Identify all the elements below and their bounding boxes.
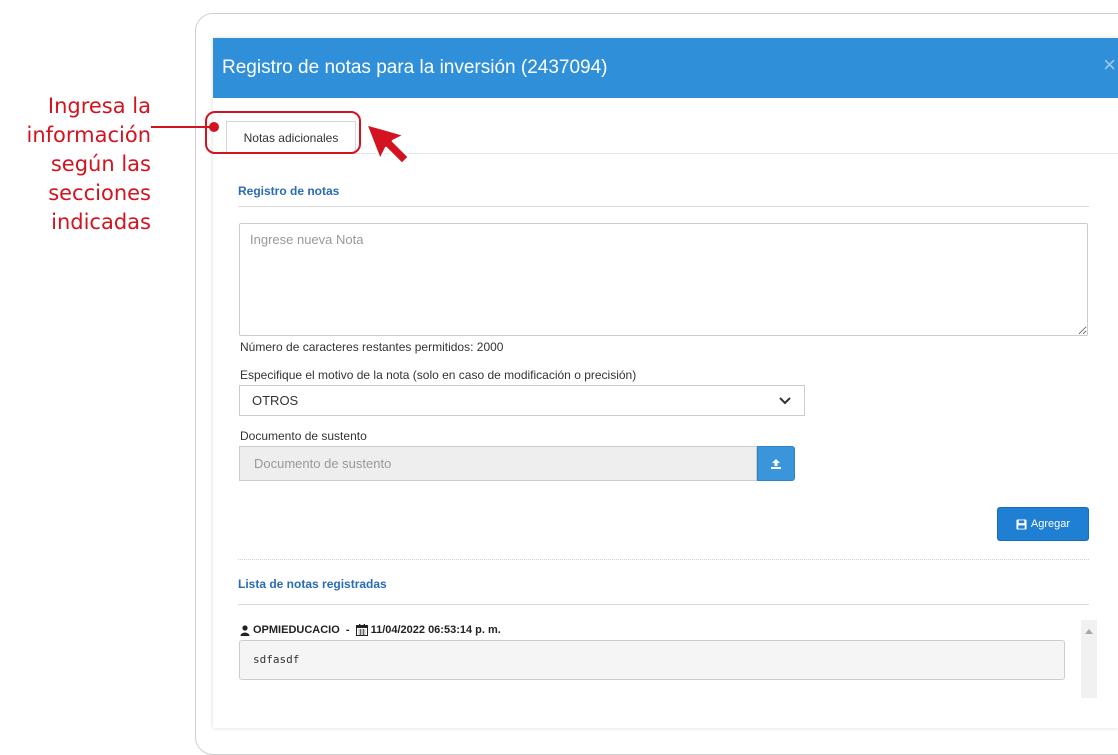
pointer-arrow-icon (364, 122, 411, 166)
section-title-lista: Lista de notas registradas (238, 577, 387, 591)
chevron-down-icon (779, 397, 791, 405)
note-text: sdfasdf (239, 640, 1065, 680)
annotation-line-5: indicadas (51, 210, 151, 234)
annotation-line-4: secciones (48, 181, 151, 205)
annotation-callout: Ingresa la información según las seccion… (0, 92, 151, 237)
user-icon (240, 624, 250, 636)
note-meta: OPMIEDUCACIO - 11/04/2022 06:53:14 p. m. (240, 624, 501, 636)
annotation-line-2: información (26, 123, 151, 147)
document-label: Documento de sustento (240, 429, 367, 443)
reason-selected-value: OTROS (252, 393, 299, 408)
notes-scrollbar[interactable] (1081, 620, 1097, 698)
add-note-button[interactable]: Agregar (997, 507, 1089, 541)
document-placeholder: Documento de sustento (254, 456, 392, 471)
section-divider (238, 206, 1089, 207)
upload-button[interactable] (757, 446, 795, 481)
close-icon[interactable]: × (1103, 52, 1116, 78)
modal-header: Registro de notas para la inversión (243… (213, 38, 1118, 98)
remaining-chars-text: Número de caracteres restantes permitido… (240, 340, 504, 354)
scroll-up-icon[interactable] (1085, 628, 1093, 634)
reason-label: Especifique el motivo de la nota (solo e… (240, 368, 637, 382)
note-datetime: 11/04/2022 06:53:14 p. m. (370, 624, 501, 636)
annotation-line-3: según las (50, 152, 151, 176)
note-user: OPMIEDUCACIO (253, 624, 340, 636)
reason-select[interactable]: OTROS (239, 385, 805, 416)
upload-icon (771, 458, 781, 469)
add-button-label: Agregar (1030, 518, 1071, 530)
calendar-icon (355, 624, 368, 636)
save-icon (1016, 518, 1027, 530)
document-file-input[interactable]: Documento de sustento (239, 446, 757, 481)
annotation-line-1: Ingresa la (47, 94, 151, 118)
list-divider (238, 559, 1089, 561)
annotation-highlight-box (205, 111, 361, 154)
note-textarea[interactable] (239, 223, 1088, 336)
modal-title: Registro de notas para la inversión (243… (222, 57, 608, 78)
list-section-divider (238, 604, 1089, 605)
section-title-registro: Registro de notas (238, 184, 340, 198)
note-separator: - (342, 624, 353, 636)
